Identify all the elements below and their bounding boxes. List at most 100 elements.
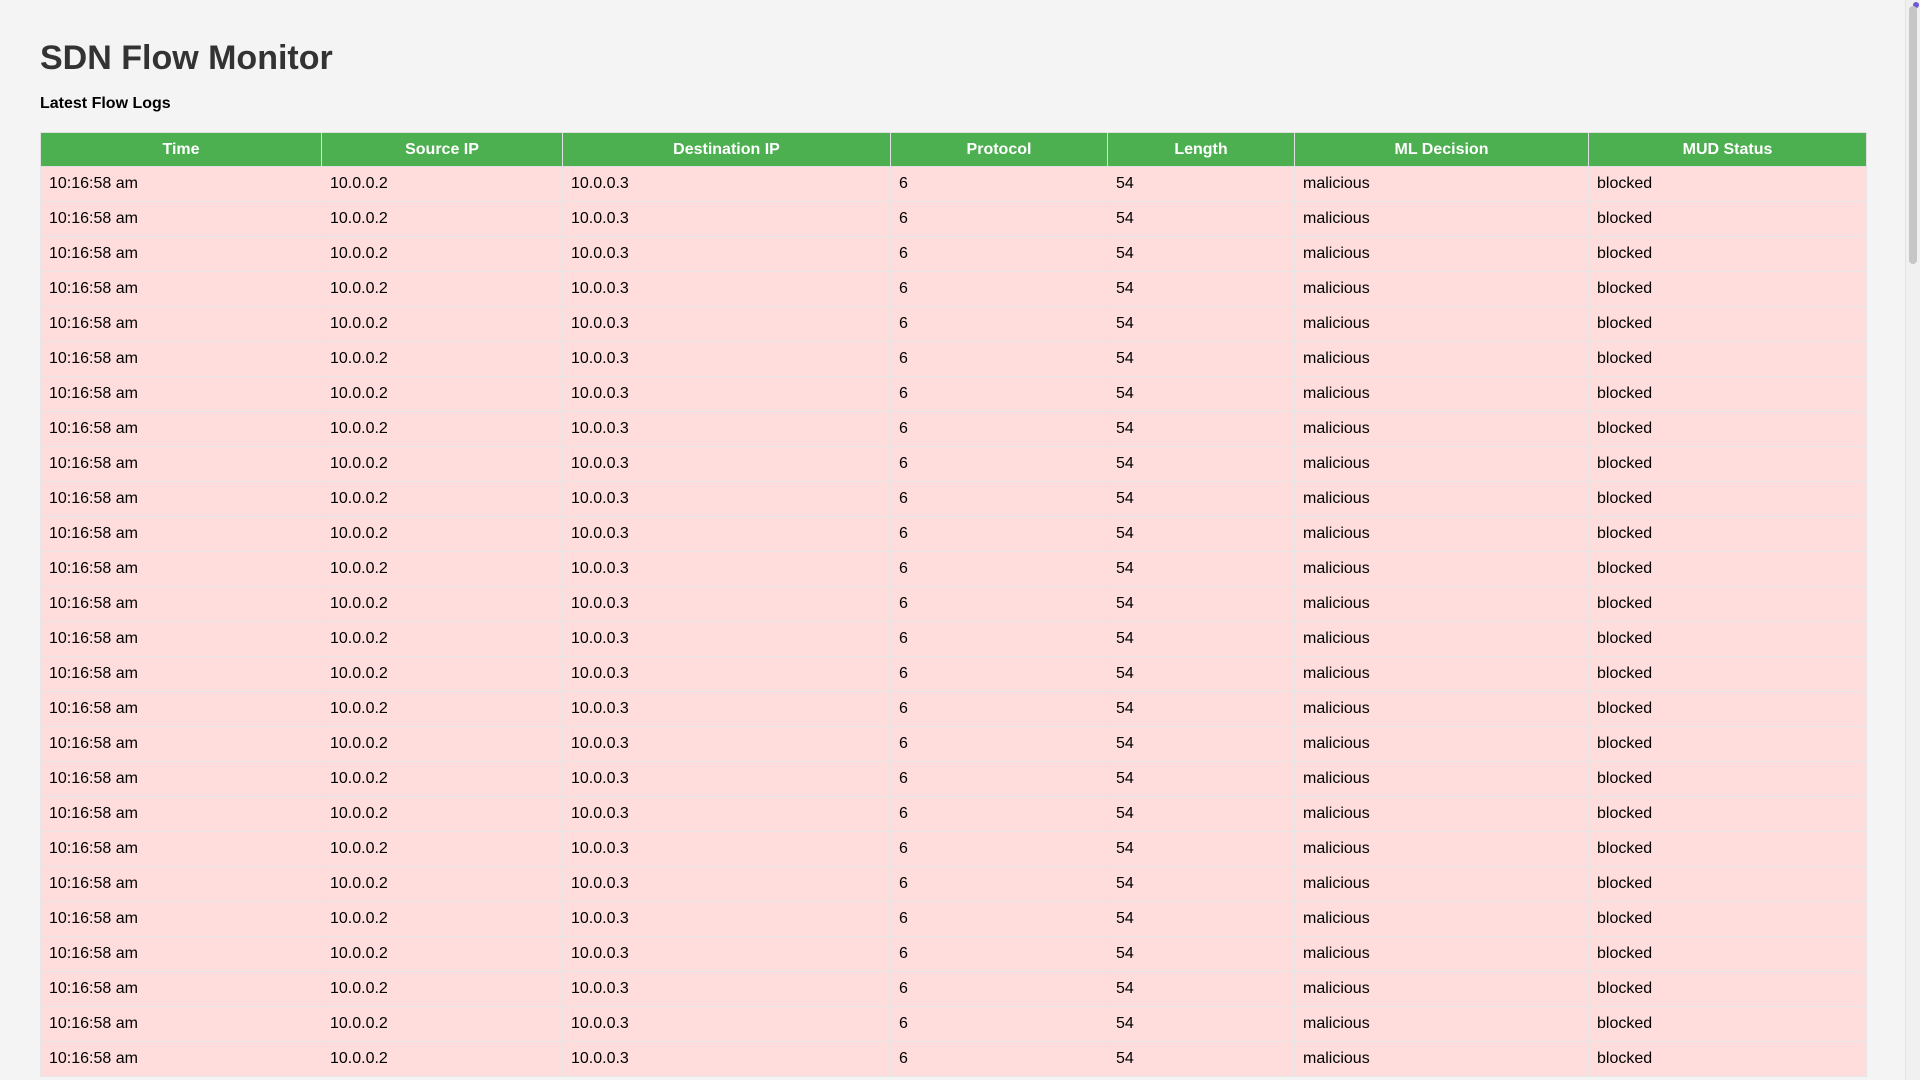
cell-mud-status: blocked [1588, 831, 1867, 867]
cell-source-ip: 10.0.0.2 [321, 166, 563, 202]
column-header-length[interactable]: Length [1107, 132, 1295, 167]
cell-protocol: 6 [890, 446, 1108, 482]
table-row[interactable]: 10:16:58 am 10.0.0.2 10.0.0.3 6 54 malicious b… [40, 341, 1867, 377]
cell-destination-ip: 10.0.0.3 [562, 481, 891, 517]
cell-source-ip: 10.0.0.2 [321, 936, 563, 972]
cell-ml-decision: malicious [1294, 201, 1589, 237]
cell-ml-decision: malicious [1294, 236, 1589, 272]
table-row[interactable]: 10:16:58 am 10.0.0.2 10.0.0.3 6 54 malicious b… [40, 481, 1867, 517]
scrollbar-thumb[interactable] [1909, 6, 1917, 264]
table-row[interactable]: 10:16:58 am 10.0.0.2 10.0.0.3 6 54 malicious b… [40, 901, 1867, 937]
cell-protocol: 6 [890, 271, 1108, 307]
table-row[interactable]: 10:16:58 am 10.0.0.2 10.0.0.3 6 54 malicious b… [40, 761, 1867, 797]
table-row[interactable]: 10:16:58 am 10.0.0.2 10.0.0.3 6 54 malicious b… [40, 551, 1867, 587]
cell-protocol: 6 [890, 411, 1108, 447]
table-row[interactable]: 10:16:58 am 10.0.0.2 10.0.0.3 6 54 malicious b… [40, 621, 1867, 657]
table-row[interactable]: 10:16:58 am 10.0.0.2 10.0.0.3 6 54 malicious b… [40, 586, 1867, 622]
table-row[interactable]: 10:16:58 am 10.0.0.2 10.0.0.3 6 54 malicious b… [40, 936, 1867, 972]
table-row[interactable]: 10:16:58 am 10.0.0.2 10.0.0.3 6 54 malicious b… [40, 691, 1867, 727]
cell-destination-ip: 10.0.0.3 [562, 341, 891, 377]
cell-source-ip: 10.0.0.2 [321, 796, 563, 832]
cell-time: 10:16:58 am [40, 341, 322, 377]
cell-ml-decision: malicious [1294, 831, 1589, 867]
cell-destination-ip: 10.0.0.3 [562, 586, 891, 622]
cell-ml-decision: malicious [1294, 271, 1589, 307]
cell-source-ip: 10.0.0.2 [321, 726, 563, 762]
table-row[interactable]: 10:16:58 am 10.0.0.2 10.0.0.3 6 54 malicious b… [40, 446, 1867, 482]
cell-destination-ip: 10.0.0.3 [562, 1006, 891, 1042]
cell-mud-status: blocked [1588, 936, 1867, 972]
column-header-protocol[interactable]: Protocol [890, 132, 1108, 167]
cell-time: 10:16:58 am [40, 481, 322, 517]
cell-source-ip: 10.0.0.2 [321, 376, 563, 412]
cell-time: 10:16:58 am [40, 866, 322, 902]
cell-protocol: 6 [890, 376, 1108, 412]
table-row[interactable]: 10:16:58 am 10.0.0.2 10.0.0.3 6 54 malicious b… [40, 796, 1867, 832]
cell-source-ip: 10.0.0.2 [321, 551, 563, 587]
cell-protocol: 6 [890, 551, 1108, 587]
cell-time: 10:16:58 am [40, 936, 322, 972]
cell-destination-ip: 10.0.0.3 [562, 1041, 891, 1077]
cell-mud-status: blocked [1588, 901, 1867, 937]
cell-protocol: 6 [890, 166, 1108, 202]
column-header-ml-decision[interactable]: ML Decision [1294, 132, 1589, 167]
column-header-source-ip[interactable]: Source IP [321, 132, 563, 167]
column-header-mud-status[interactable]: MUD Status [1588, 132, 1867, 167]
cell-ml-decision: malicious [1294, 1041, 1589, 1077]
cell-mud-status: blocked [1588, 971, 1867, 1007]
cell-time: 10:16:58 am [40, 691, 322, 727]
table-row[interactable]: 10:16:58 am 10.0.0.2 10.0.0.3 6 54 malicious b… [40, 1006, 1867, 1042]
cell-destination-ip: 10.0.0.3 [562, 971, 891, 1007]
cell-destination-ip: 10.0.0.3 [562, 411, 891, 447]
table-row[interactable]: 10:16:58 am 10.0.0.2 10.0.0.3 6 54 malicious b… [40, 411, 1867, 447]
cell-destination-ip: 10.0.0.3 [562, 726, 891, 762]
cell-time: 10:16:58 am [40, 586, 322, 622]
table-row[interactable]: 10:16:58 am 10.0.0.2 10.0.0.3 6 54 malicious b… [40, 516, 1867, 552]
cell-mud-status: blocked [1588, 1006, 1867, 1042]
main-content: SDN Flow Monitor Latest Flow Logs Time S… [40, 0, 1867, 1077]
cell-ml-decision: malicious [1294, 586, 1589, 622]
vertical-scrollbar[interactable] [1905, 0, 1920, 1080]
cell-ml-decision: malicious [1294, 341, 1589, 377]
cell-time: 10:16:58 am [40, 621, 322, 657]
column-header-time[interactable]: Time [40, 132, 322, 167]
cell-protocol: 6 [890, 1006, 1108, 1042]
cell-time: 10:16:58 am [40, 271, 322, 307]
table-row[interactable]: 10:16:58 am 10.0.0.2 10.0.0.3 6 54 malicious b… [40, 866, 1867, 902]
table-row[interactable]: 10:16:58 am 10.0.0.2 10.0.0.3 6 54 malicious b… [40, 166, 1867, 202]
column-header-destination-ip[interactable]: Destination IP [562, 132, 891, 167]
cell-source-ip: 10.0.0.2 [321, 971, 563, 1007]
table-row[interactable]: 10:16:58 am 10.0.0.2 10.0.0.3 6 54 malicious b… [40, 306, 1867, 342]
cell-time: 10:16:58 am [40, 411, 322, 447]
table-row[interactable]: 10:16:58 am 10.0.0.2 10.0.0.3 6 54 malicious b… [40, 831, 1867, 867]
cell-time: 10:16:58 am [40, 1041, 322, 1077]
cell-length: 54 [1107, 446, 1295, 482]
cell-source-ip: 10.0.0.2 [321, 236, 563, 272]
cell-length: 54 [1107, 411, 1295, 447]
cell-length: 54 [1107, 236, 1295, 272]
cell-mud-status: blocked [1588, 1041, 1867, 1077]
table-row[interactable]: 10:16:58 am 10.0.0.2 10.0.0.3 6 54 malicious b… [40, 726, 1867, 762]
cell-mud-status: blocked [1588, 201, 1867, 237]
cell-destination-ip: 10.0.0.3 [562, 901, 891, 937]
table-row[interactable]: 10:16:58 am 10.0.0.2 10.0.0.3 6 54 malicious b… [40, 201, 1867, 237]
cell-mud-status: blocked [1588, 411, 1867, 447]
table-row[interactable]: 10:16:58 am 10.0.0.2 10.0.0.3 6 54 malicious b… [40, 971, 1867, 1007]
table-row[interactable]: 10:16:58 am 10.0.0.2 10.0.0.3 6 54 malicious b… [40, 271, 1867, 307]
cell-protocol: 6 [890, 621, 1108, 657]
cell-protocol: 6 [890, 1041, 1108, 1077]
table-row[interactable]: 10:16:58 am 10.0.0.2 10.0.0.3 6 54 malicious b… [40, 1041, 1867, 1077]
cell-length: 54 [1107, 481, 1295, 517]
cell-source-ip: 10.0.0.2 [321, 901, 563, 937]
table-row[interactable]: 10:16:58 am 10.0.0.2 10.0.0.3 6 54 malicious b… [40, 656, 1867, 692]
cell-source-ip: 10.0.0.2 [321, 411, 563, 447]
table-row[interactable]: 10:16:58 am 10.0.0.2 10.0.0.3 6 54 malicious b… [40, 236, 1867, 272]
cell-destination-ip: 10.0.0.3 [562, 831, 891, 867]
cell-protocol: 6 [890, 971, 1108, 1007]
cell-source-ip: 10.0.0.2 [321, 481, 563, 517]
table-body: 10:16:58 am 10.0.0.2 10.0.0.3 6 54 malicious b… [40, 166, 1867, 1077]
table-row[interactable]: 10:16:58 am 10.0.0.2 10.0.0.3 6 54 malicious b… [40, 376, 1867, 412]
cell-ml-decision: malicious [1294, 411, 1589, 447]
cell-mud-status: blocked [1588, 376, 1867, 412]
cell-protocol: 6 [890, 201, 1108, 237]
